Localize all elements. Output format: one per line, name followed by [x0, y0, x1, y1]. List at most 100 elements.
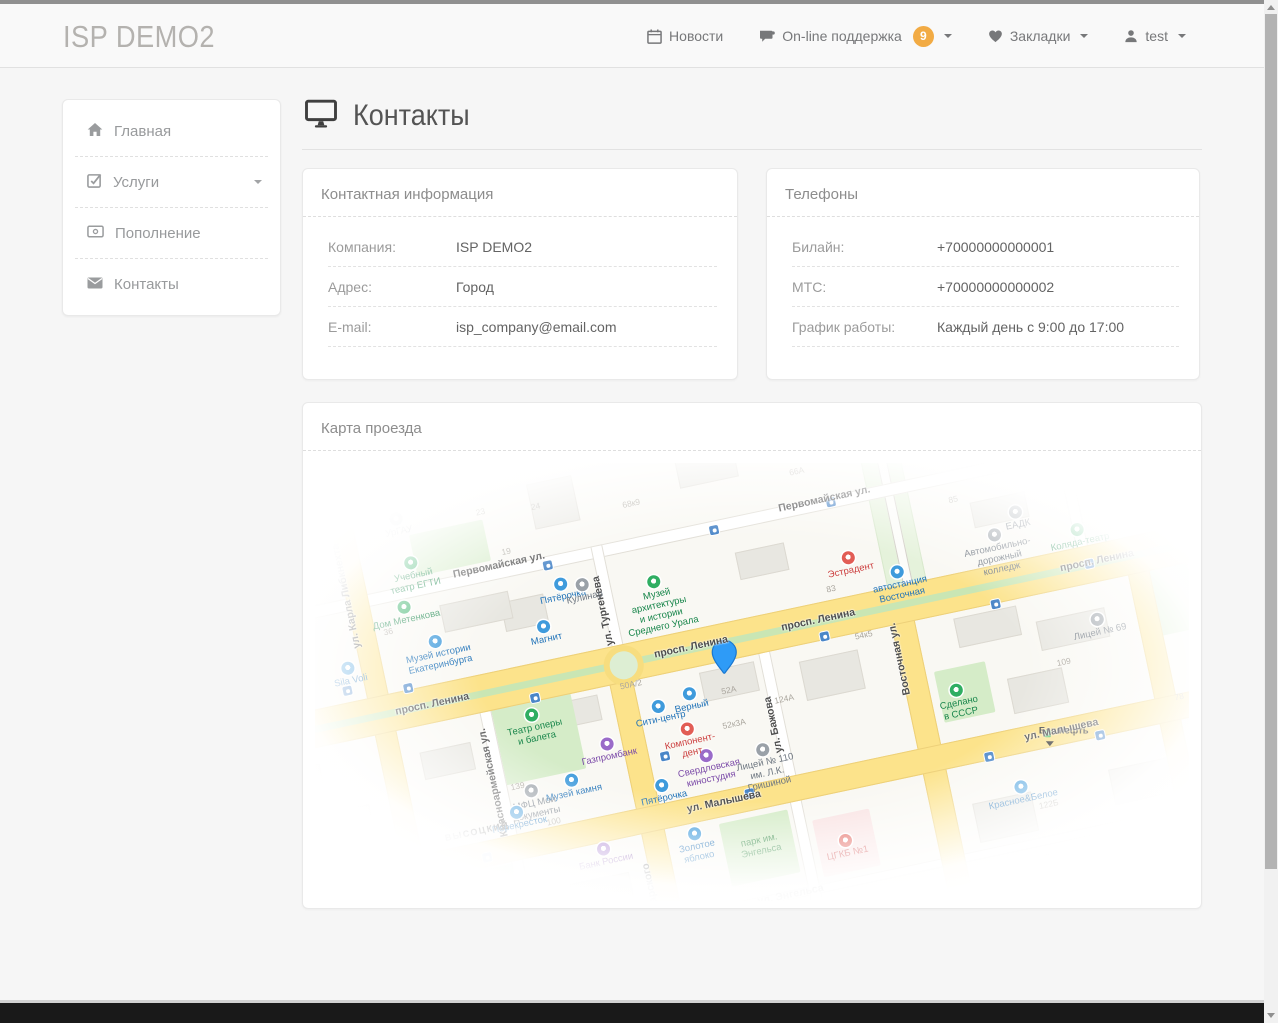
contact-row-email: E-mail: isp_company@email.com	[328, 307, 717, 347]
map-house-number: 78	[1173, 691, 1184, 703]
sidebar-item-label: Контакты	[114, 276, 179, 293]
map-poi[interactable]: Верный	[671, 684, 710, 716]
transit-stop-icon[interactable]	[482, 852, 493, 863]
calendar-icon	[647, 29, 662, 44]
contact-row-address: Адрес: Город	[328, 267, 717, 307]
nav-item-bookmarks[interactable]: Закладки	[988, 28, 1089, 44]
field-label: Адрес:	[328, 279, 456, 295]
map-house-number: 85	[947, 493, 958, 505]
field-value: +70000000000001	[937, 239, 1054, 255]
map-house-number: 52к3А	[721, 716, 746, 731]
transit-stop-icon[interactable]	[403, 683, 414, 694]
map-building	[1150, 861, 1189, 901]
map-house-number: 66А	[788, 465, 805, 478]
main-content: Контакты Контактная информация Компания:…	[302, 99, 1202, 909]
nav-item-user[interactable]: test	[1124, 28, 1186, 44]
home-icon	[87, 122, 114, 141]
map-house-number: 24	[530, 500, 541, 512]
map-building	[419, 742, 476, 780]
user-icon	[1124, 29, 1138, 43]
field-label: Билайн:	[792, 239, 937, 255]
transit-stop-icon[interactable]	[819, 631, 830, 642]
map-poi[interactable]: Магнит	[527, 617, 563, 649]
field-value: Город	[456, 279, 494, 295]
vertical-scrollbar[interactable]	[1264, 0, 1278, 1023]
brand-logo[interactable]: ISP DEMO2	[63, 4, 215, 68]
scroll-up-button[interactable]	[1264, 0, 1278, 14]
map-poi[interactable]: УрГАУ	[382, 510, 414, 541]
transit-stop-icon[interactable]	[709, 525, 720, 536]
map-house-number: 109	[1056, 655, 1072, 668]
map-building	[570, 872, 637, 901]
sidebar-item-topup[interactable]: Пополнение	[63, 208, 280, 258]
banknote-icon	[87, 225, 115, 242]
check-square-icon	[87, 173, 113, 192]
map-viewport[interactable]: Башнефть Первомайская ул.Первомайская ул…	[315, 463, 1189, 901]
nav-item-label: Новости	[669, 28, 723, 44]
map-house-number: 54к5	[854, 628, 874, 642]
map-house-number: 19	[501, 545, 512, 557]
poi-icon	[432, 890, 447, 901]
poi-label: Золотое яблоко	[678, 837, 716, 865]
transit-stop-icon[interactable]	[990, 599, 1001, 610]
scroll-down-button[interactable]	[1264, 1008, 1278, 1022]
field-label: График работы:	[792, 319, 937, 335]
support-count-badge: 9	[913, 26, 934, 47]
navbar: ISP DEMO2 Новости On-line поддержка 9 За…	[0, 4, 1278, 68]
divider	[302, 149, 1202, 150]
phone-row-beeline: Билайн: +70000000000001	[792, 227, 1179, 267]
panel-title: Телефоны	[767, 169, 1199, 217]
phone-row-schedule: График работы: Каждый день с 9:00 до 17:…	[792, 307, 1179, 347]
map-building	[1044, 845, 1099, 885]
map-building	[735, 542, 790, 580]
nav-item-label: Закладки	[1010, 28, 1071, 44]
field-label: МТС:	[792, 279, 937, 295]
map-building	[953, 605, 1022, 648]
field-value: +70000000000002	[937, 279, 1054, 295]
map-poi[interactable]: Музей истории Екатеринбурга	[402, 628, 474, 678]
page-header: Контакты	[302, 99, 1202, 133]
chevron-down-icon	[254, 180, 262, 188]
map-poi[interactable]: ЕАДК	[1002, 503, 1032, 534]
transit-stop-icon[interactable]	[530, 693, 541, 704]
panel-title: Контактная информация	[303, 169, 737, 217]
scrollbar-thumb[interactable]	[1265, 14, 1277, 869]
field-value: Каждый день с 9:00 до 17:00	[937, 319, 1124, 335]
map-house-number: 23	[475, 506, 486, 518]
nav-item-news[interactable]: Новости	[647, 28, 723, 44]
sidebar-item-services[interactable]: Услуги	[63, 157, 280, 207]
chat-icon	[759, 29, 775, 44]
map-poi[interactable]: Сделано в СССР	[936, 680, 982, 724]
map-house-number: 83	[825, 583, 836, 595]
map-poi[interactable]: Золотое яблоко	[675, 824, 718, 868]
chevron-down-icon	[944, 34, 952, 42]
map-poi[interactable]: Sila Voli	[330, 658, 368, 690]
sidebar-item-label: Услуги	[113, 174, 159, 191]
page-title: Контакты	[353, 99, 470, 133]
map-building	[799, 649, 866, 701]
phones-panel: Телефоны Билайн: +70000000000001 МТС: +7…	[766, 168, 1200, 380]
transit-stop-icon[interactable]	[1095, 730, 1106, 741]
field-value: isp_company@email.com	[456, 319, 617, 335]
sidebar: Главная Услуги Пополнение Контакты	[62, 99, 281, 316]
map-building	[673, 463, 739, 489]
navbar-menu: Новости On-line поддержка 9 Закладки tes…	[647, 4, 1186, 68]
chevron-down-icon	[1080, 34, 1088, 42]
contact-row-company: Компания: ISP DEMO2	[328, 227, 717, 267]
transit-stop-icon[interactable]	[542, 560, 553, 571]
map-house-number: 68к9	[621, 496, 641, 510]
sidebar-item-label: Пополнение	[115, 225, 201, 242]
arrow-down-icon	[1267, 1013, 1275, 1022]
heart-icon	[988, 29, 1003, 43]
poi-label: Верный	[674, 698, 710, 716]
field-label: Компания:	[328, 239, 456, 255]
transit-stop-icon[interactable]	[1170, 530, 1181, 541]
transit-stop-icon[interactable]	[984, 751, 995, 762]
map-poi[interactable]: Эстрадент	[824, 547, 875, 582]
map-canvas: Башнефть Первомайская ул.Первомайская ул…	[315, 463, 1189, 901]
map-building	[439, 591, 513, 633]
sidebar-item-contacts[interactable]: Контакты	[63, 259, 280, 309]
nav-item-support[interactable]: On-line поддержка 9	[759, 26, 952, 47]
footer-bar	[0, 1003, 1264, 1023]
sidebar-item-home[interactable]: Главная	[63, 106, 280, 156]
